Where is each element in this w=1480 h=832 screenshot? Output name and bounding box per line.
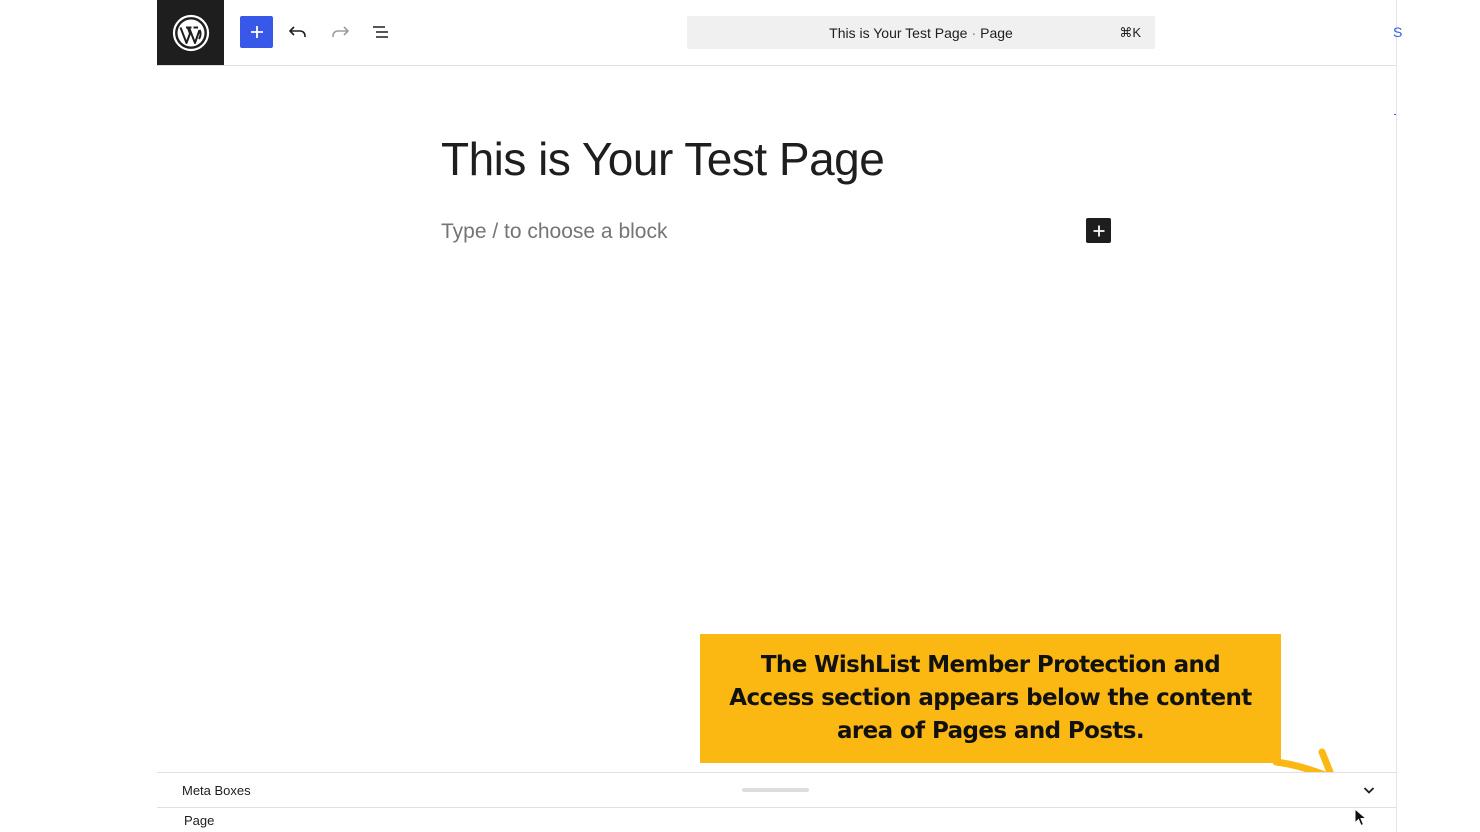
chevron-down-icon[interactable]: [1361, 782, 1377, 798]
command-bar-separator: ·: [971, 24, 977, 41]
add-block-button[interactable]: [240, 16, 273, 48]
edge-divider: [1394, 114, 1396, 115]
editor-window: This is Your Test Page · Page ⌘K S This …: [157, 0, 1402, 832]
page-title[interactable]: This is Your Test Page: [441, 132, 885, 186]
annotation-callout: The WishList Member Protection and Acces…: [700, 634, 1281, 763]
block-inserter-button[interactable]: [1086, 218, 1111, 243]
cut-off-toolbar-item[interactable]: S: [1393, 24, 1402, 40]
cursor-icon: [1354, 808, 1368, 827]
list-view-icon: [373, 26, 388, 38]
meta-boxes-label: Meta Boxes: [182, 783, 251, 798]
editor-toolbar: This is Your Test Page · Page ⌘K S: [157, 0, 1402, 66]
resize-handle[interactable]: [742, 788, 809, 792]
meta-boxes-bar[interactable]: Meta Boxes: [157, 772, 1396, 808]
command-bar-shortcut: ⌘K: [1119, 25, 1141, 40]
command-bar-title: This is Your Test Page: [829, 24, 968, 41]
document-overview-button[interactable]: [369, 20, 393, 44]
undo-button[interactable]: [286, 20, 310, 44]
redo-icon: [332, 26, 349, 37]
plus-icon: [250, 26, 263, 38]
plus-icon: [1093, 225, 1104, 236]
wordpress-logo-button[interactable]: [157, 0, 224, 65]
meta-section-page[interactable]: Page: [184, 813, 214, 828]
wordpress-logo-icon: [172, 14, 209, 51]
command-bar-type: Page: [980, 24, 1013, 41]
block-placeholder[interactable]: Type / to choose a block: [441, 220, 667, 244]
callout-text: The WishList Member Protection and Acces…: [729, 652, 1252, 744]
undo-icon: [289, 26, 306, 37]
command-palette-bar[interactable]: This is Your Test Page · Page ⌘K: [687, 16, 1155, 49]
redo-button[interactable]: [328, 20, 352, 44]
